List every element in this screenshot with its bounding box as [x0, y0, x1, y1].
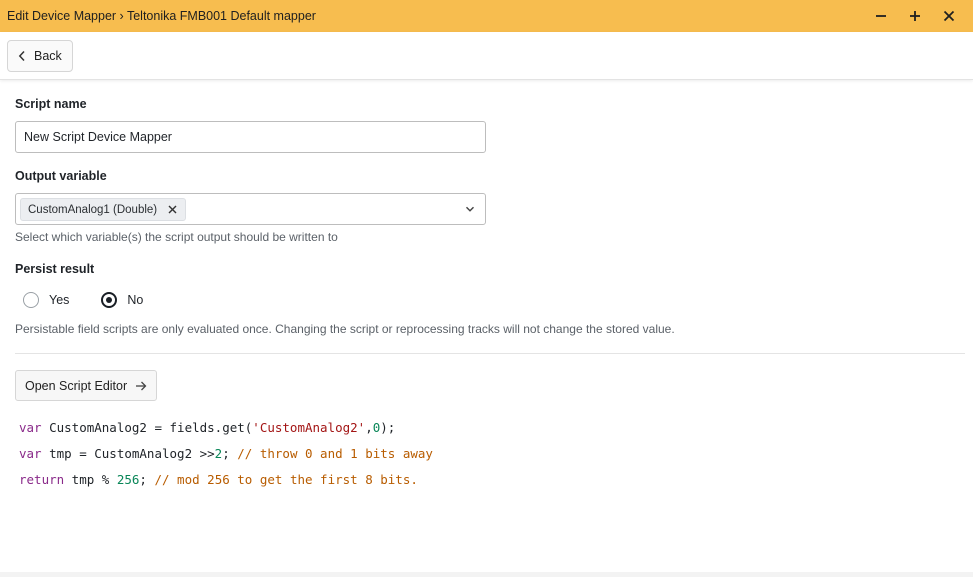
output-variable-chip: CustomAnalog1 (Double) [20, 198, 187, 221]
code-keyword: var [19, 446, 42, 461]
maximize-button[interactable] [899, 4, 931, 28]
close-icon [943, 10, 955, 22]
code-line-3: return tmp % 256; // mod 256 to get the … [19, 467, 433, 493]
code-text: ); [380, 420, 396, 435]
close-button[interactable] [933, 4, 965, 28]
radio-circle [23, 292, 39, 308]
title-bar: Edit Device Mapper › Teltonika FMB001 De… [0, 0, 973, 32]
persist-yes-radio[interactable]: Yes [23, 292, 69, 308]
script-name-label: Script name [15, 97, 87, 111]
chevron-down-icon [465, 206, 475, 212]
chip-remove-button[interactable] [165, 203, 179, 217]
script-name-input[interactable] [15, 121, 486, 153]
window-title: Edit Device Mapper › Teltonika FMB001 De… [7, 9, 316, 23]
persist-yes-label: Yes [49, 293, 70, 307]
bottom-edge [0, 572, 973, 577]
back-button-label: Back [34, 49, 62, 63]
open-script-editor-label: Open Script Editor [25, 378, 128, 393]
persist-result-label: Persist result [15, 262, 95, 276]
chevron-left-icon [18, 50, 25, 62]
chip-label: CustomAnalog1 (Double) [28, 203, 158, 216]
code-text: , [365, 420, 373, 435]
section-divider [15, 353, 965, 354]
arrow-right-icon [136, 381, 147, 390]
code-comment: // throw 0 and 1 bits away [237, 446, 433, 461]
output-variable-help: Select which variable(s) the script outp… [15, 230, 338, 244]
code-line-1: var CustomAnalog2 = fields.get('CustomAn… [19, 415, 433, 441]
open-script-editor-button[interactable]: Open Script Editor [15, 370, 158, 401]
output-variable-label: Output variable [15, 169, 107, 183]
minimize-icon [876, 15, 886, 17]
back-button[interactable]: Back [7, 40, 73, 72]
code-comment: // mod 256 to get the first 8 bits. [154, 472, 418, 487]
code-text: tmp = CustomAnalog2 >> [41, 446, 215, 461]
window-controls [865, 4, 965, 28]
code-text: CustomAnalog2 = fields.get( [41, 420, 253, 435]
persist-result-radio-group: Yes No [15, 292, 143, 308]
minimize-button[interactable] [865, 4, 897, 28]
output-variable-select[interactable]: CustomAnalog1 (Double) [15, 193, 486, 225]
code-number: 256 [116, 472, 140, 487]
maximize-icon [910, 11, 920, 21]
toolbar: Back [0, 32, 973, 80]
code-text: tmp % [64, 472, 117, 487]
radio-circle-selected [101, 292, 118, 308]
code-keyword: return [19, 472, 65, 487]
code-line-2: var tmp = CustomAnalog2 >>2; // throw 0 … [19, 441, 433, 467]
persist-result-help: Persistable field scripts are only evalu… [15, 322, 675, 336]
persist-no-radio[interactable]: No [101, 292, 143, 308]
close-icon [168, 205, 177, 214]
code-text: ; [139, 472, 155, 487]
code-keyword: var [19, 420, 42, 435]
script-code[interactable]: var CustomAnalog2 = fields.get('CustomAn… [19, 415, 433, 493]
code-text: ; [222, 446, 238, 461]
code-string: 'CustomAnalog2' [252, 420, 366, 435]
persist-no-label: No [127, 293, 144, 307]
